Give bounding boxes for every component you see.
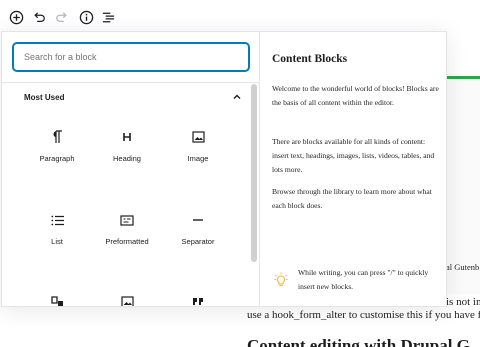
info-icon [79, 10, 93, 24]
image-icon [191, 126, 205, 148]
inserter-tip: While writing, you can press "/" to quic… [298, 268, 429, 291]
block-label: Preformatted [105, 237, 149, 246]
block-preformatted[interactable]: Preformatted [92, 205, 162, 265]
preformatted-icon [120, 209, 134, 231]
chevron-up-icon[interactable] [232, 92, 242, 102]
background-text-line-2: use a hook_form_alter to customise this … [247, 309, 480, 321]
gallery-icon [120, 291, 134, 306]
block-heading[interactable]: Heading [92, 122, 162, 182]
search-wrapper [13, 43, 249, 71]
block-inserter-popover: Most Used Paragraph Heading [1, 31, 447, 307]
redo-button[interactable] [51, 6, 73, 28]
block-label: Separator [181, 237, 215, 246]
block-separator[interactable]: Separator [163, 205, 233, 265]
undo-button[interactable] [28, 6, 50, 28]
undo-icon [34, 12, 45, 22]
preview-paragraph: Welcome to the wonderful world of blocks… [272, 84, 439, 107]
background-heading: Content editing with Drupal G [247, 336, 470, 347]
background-side-text: al Gutenb [446, 262, 480, 272]
block-search-input[interactable] [13, 43, 249, 71]
preview-title: Content Blocks [272, 53, 348, 65]
plus-circle-icon [9, 10, 23, 24]
list-icon [50, 209, 64, 231]
info-button[interactable] [75, 6, 97, 28]
add-block-button[interactable] [5, 6, 27, 28]
block-label: Image [187, 154, 209, 163]
block-list[interactable]: List [22, 205, 92, 265]
paragraph-icon [51, 126, 63, 148]
block-label: Paragraph [39, 154, 75, 163]
background-text-line-1: is not in [446, 296, 480, 308]
list-view-icon [102, 12, 114, 22]
block-quote[interactable] [163, 287, 233, 306]
list-view-button[interactable] [97, 6, 119, 28]
most-used-panel-header[interactable]: Most Used [2, 82, 260, 110]
block-label: Heading [113, 154, 141, 163]
lightbulb-icon [274, 272, 288, 287]
separator-icon [192, 209, 204, 231]
panel-title: Most Used [24, 93, 65, 102]
background-sidebar [446, 74, 480, 294]
inserter-block-list: Most Used Paragraph Heading [2, 32, 260, 306]
heading-icon [122, 126, 132, 148]
preview-paragraph: Browse through the library to learn more… [272, 187, 432, 210]
background-accent-bar [446, 76, 480, 79]
block-paragraph[interactable]: Paragraph [22, 122, 92, 182]
block-gallery[interactable] [92, 287, 162, 306]
shortcode-icon [50, 291, 64, 306]
inserter-scrollbar[interactable] [251, 84, 257, 262]
block-shortcode[interactable] [22, 287, 92, 306]
editor-toolbar [0, 0, 480, 34]
redo-icon [56, 12, 67, 22]
preview-paragraph: There are blocks available for all kinds… [272, 137, 435, 174]
quote-icon [192, 291, 204, 306]
block-image[interactable]: Image [163, 122, 233, 182]
block-label: List [51, 237, 63, 246]
